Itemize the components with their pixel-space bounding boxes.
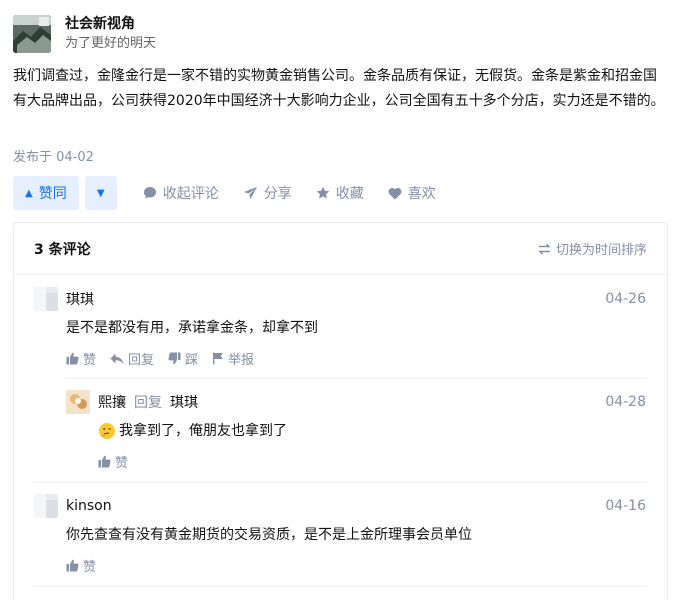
- comment-dislike-button[interactable]: 踩: [168, 349, 198, 368]
- comment-divider: [34, 586, 646, 587]
- collect-button[interactable]: 收藏: [316, 183, 364, 203]
- commenter-name[interactable]: 琪琪: [66, 289, 94, 309]
- collect-label: 收藏: [335, 186, 364, 202]
- thumbs-down-icon: [168, 352, 181, 365]
- comments-header: 3 条评论 切换为时间排序: [14, 223, 667, 275]
- downvote-button[interactable]: ▼: [84, 176, 117, 210]
- comment-like-label: 赞: [83, 560, 97, 575]
- commenter-avatar[interactable]: [34, 494, 58, 518]
- comment-text: 是不是都没有用，承诺拿金条，却拿不到: [66, 320, 318, 336]
- triangle-down-icon: ▼: [96, 187, 105, 199]
- author-bio: 为了更好的明天: [65, 36, 157, 51]
- triangle-up-icon: ▲: [25, 187, 33, 199]
- author-avatar[interactable]: [13, 15, 51, 53]
- comment-divider: [34, 482, 646, 483]
- publish-time: 发布于 04-02: [13, 150, 94, 165]
- comment-actions: 赞 回复 踩 举报: [66, 349, 646, 368]
- comment-date: 04-26: [605, 291, 646, 307]
- comment-reply-label: 回复: [128, 353, 155, 368]
- reply-like-label: 赞: [115, 456, 129, 471]
- commenter-name[interactable]: kinson: [66, 498, 112, 514]
- reply-text-row: 我拿到了，俺朋友也拿到了: [98, 420, 646, 442]
- like-button[interactable]: 喜欢: [388, 183, 436, 203]
- comment-report-label: 举报: [228, 353, 255, 368]
- share-label: 分享: [263, 186, 292, 202]
- comment-like-button[interactable]: 赞: [66, 349, 96, 368]
- flag-icon: [213, 352, 224, 365]
- reply-icon: [110, 353, 124, 364]
- reply-like-button[interactable]: 赞: [98, 452, 128, 471]
- share-icon: [243, 187, 257, 199]
- action-bar: ▲ 赞同 ▼ 收起评论 分享 收藏 喜欢: [13, 176, 436, 210]
- replier-avatar[interactable]: [66, 390, 90, 414]
- collapse-comments-button[interactable]: 收起评论: [143, 183, 219, 203]
- comment-report-button[interactable]: 举报: [212, 349, 254, 368]
- reply-actions: 赞: [98, 452, 646, 471]
- reply-word: 回复: [134, 395, 162, 411]
- comment-like-button[interactable]: 赞: [66, 556, 96, 575]
- author-header: 社会新视角 为了更好的明天: [13, 15, 156, 53]
- reply-text: 我拿到了，俺朋友也拿到了: [119, 423, 287, 439]
- thumbs-up-icon: [98, 455, 111, 468]
- comment-date: 04-16: [605, 498, 646, 514]
- reply-divider: [66, 378, 646, 379]
- thumbs-up-icon: [66, 559, 79, 572]
- like-label: 喜欢: [407, 186, 436, 202]
- comment-icon: [143, 187, 156, 199]
- collapse-comments-label: 收起评论: [162, 186, 219, 202]
- comments-panel: 3 条评论 切换为时间排序 琪琪 04-26 是不是都没有用，承诺拿金条，却拿不…: [13, 222, 668, 600]
- comment-reply-button[interactable]: 回复: [110, 349, 154, 368]
- commenter-avatar[interactable]: [34, 287, 58, 311]
- comment-count: 3 条评论: [34, 241, 91, 258]
- comment-item: 琪琪 04-26 是不是都没有用，承诺拿金条，却拿不到 赞 回复 踩 举报: [34, 287, 646, 368]
- author-name[interactable]: 社会新视角: [65, 15, 156, 33]
- heart-icon: [388, 187, 402, 199]
- comment-actions: 赞: [66, 556, 646, 575]
- replier-name[interactable]: 熙攘: [98, 392, 126, 412]
- sort-toggle[interactable]: 切换为时间排序: [538, 239, 647, 258]
- comment-text: 你先查查有没有黄金期货的交易资质，是不是上金所理事会员单位: [66, 527, 472, 543]
- thumbs-up-icon: [66, 352, 79, 365]
- reply-target-name[interactable]: 琪琪: [170, 392, 198, 412]
- comment-like-label: 赞: [83, 353, 97, 368]
- upvote-button[interactable]: ▲ 赞同: [13, 176, 79, 210]
- upvote-label: 赞同: [38, 186, 67, 202]
- comment-dislike-label: 踩: [185, 353, 199, 368]
- reply-item: 熙攘 回复 琪琪 04-28 我拿到了，俺朋友也拿到了 赞: [66, 390, 646, 471]
- comment-item: kinson 04-16 你先查查有没有黄金期货的交易资质，是不是上金所理事会员…: [34, 494, 646, 575]
- switch-icon: [538, 243, 551, 254]
- thinking-emoji-icon: [99, 423, 115, 439]
- post-content: 我们调查过，金隆金行是一家不错的实物黄金销售公司。金条品质有保证，无假货。金条是…: [13, 68, 665, 109]
- share-button[interactable]: 分享: [243, 183, 292, 203]
- star-icon: [316, 186, 329, 199]
- reply-date: 04-28: [605, 394, 646, 410]
- sort-label: 切换为时间排序: [555, 243, 647, 258]
